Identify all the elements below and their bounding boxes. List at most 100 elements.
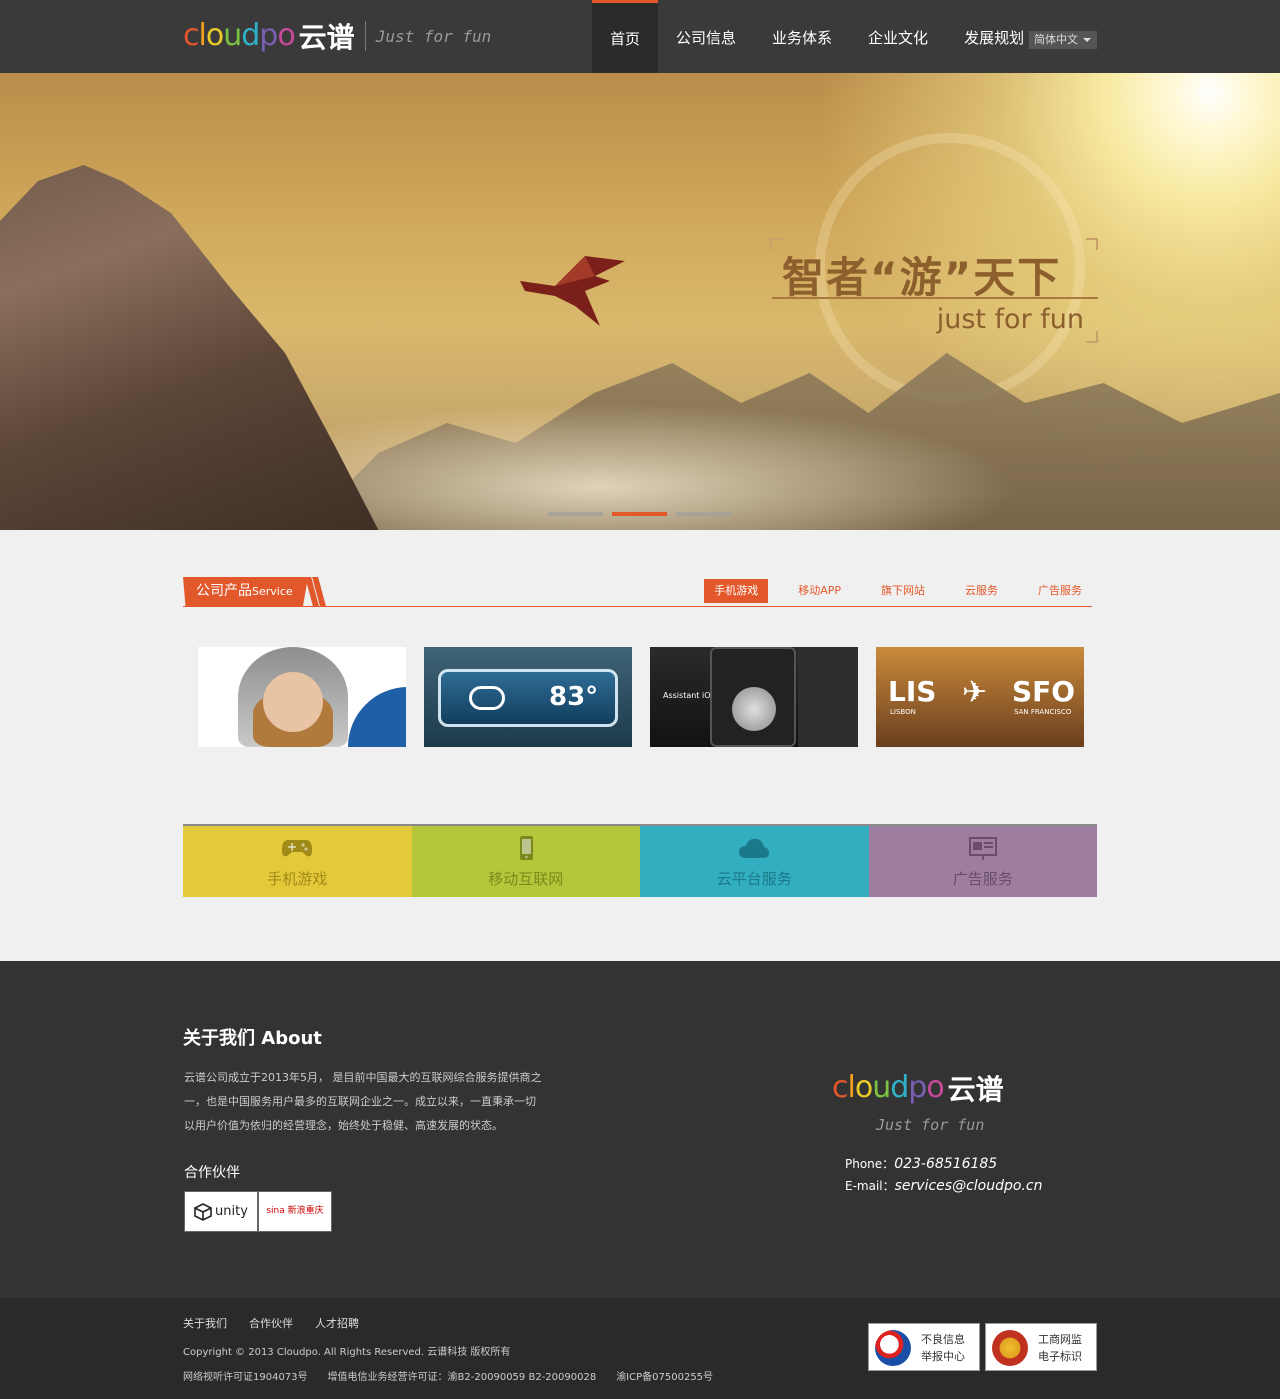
mist	[320, 403, 1020, 530]
blue-swoosh	[348, 687, 406, 747]
logo-wordmark: cloudpo	[832, 1070, 945, 1105]
category-label: 云平台服务	[716, 870, 792, 888]
cloud-icon	[739, 838, 770, 858]
hero-banner: 智者“游”天下 just for fun	[0, 73, 1280, 530]
slider-dot-2[interactable]	[612, 512, 667, 516]
tab-websites[interactable]: 旗下网站	[871, 579, 935, 603]
flight-from-city: LISBON	[890, 708, 916, 716]
tab-ad-service[interactable]: 广告服务	[1028, 579, 1092, 603]
badge-report-center[interactable]: 不良信息 举报中心	[868, 1323, 980, 1371]
email-label: E-mail：	[845, 1179, 895, 1193]
link-careers[interactable]: 人才招聘	[315, 1315, 359, 1331]
slider-dot-3[interactable]	[676, 512, 731, 516]
mobile-phone-icon	[519, 836, 533, 860]
link-partners[interactable]: 合作伙伴	[249, 1315, 293, 1331]
logo-letter: c	[183, 18, 199, 53]
gamepad-icon	[282, 840, 313, 857]
badge-line: 不良信息	[921, 1333, 965, 1346]
bracket-corner	[1086, 238, 1098, 250]
license-av: 网络视听许可证1904073号	[183, 1372, 308, 1383]
logo-letter: o	[854, 1070, 873, 1105]
logo-letter: o	[277, 18, 295, 53]
partner-sina-logo[interactable]: sina 新浪重庆	[258, 1191, 332, 1232]
banner-headline: 智者“游”天下 just for fun	[770, 238, 1098, 343]
product-thumb-weather[interactable]: 83°	[424, 647, 632, 747]
logo-wordmark: cloudpo	[183, 18, 296, 53]
billboard-icon	[968, 837, 997, 860]
category-bar: 手机游戏 移动互联网 云平台服务 广告服务	[183, 824, 1097, 897]
footer-logo: cloudpo 云谱	[832, 1068, 1004, 1108]
email-address[interactable]: services@cloudpo.cn	[895, 1178, 1043, 1194]
badge-text: 工商网监 电子标识	[1038, 1331, 1082, 1365]
site-logo[interactable]: cloudpo 云谱 Just for fun	[183, 16, 491, 56]
partner-unity-logo[interactable]: unity	[184, 1191, 258, 1232]
phone-number: 023-68516185	[894, 1156, 998, 1172]
nav-development[interactable]: 发展规划	[946, 0, 1042, 73]
rain-cloud-icon	[469, 686, 505, 710]
contact-email: E-mail：services@cloudpo.cn	[845, 1177, 1042, 1194]
badge-text: 不良信息 举报中心	[921, 1331, 965, 1365]
banner-title: 智者“游”天下	[782, 253, 1062, 302]
unity-cube-icon	[194, 1202, 212, 1221]
logo-chinese: 云谱	[947, 1073, 1004, 1106]
phone-label: Phone：	[845, 1157, 895, 1171]
logo-chinese: 云谱	[298, 21, 355, 54]
badge-line: 举报中心	[921, 1350, 965, 1363]
contact-phone: Phone：023-68516185	[845, 1155, 997, 1172]
weather-temperature: 83°	[549, 682, 599, 712]
product-thumb-flight[interactable]: LIS LISBON ✈ SFO SAN FRANCISCO	[876, 647, 1084, 747]
nav-home[interactable]: 首页	[592, 0, 659, 73]
nav-company-info[interactable]: 公司信息	[658, 0, 754, 73]
link-about[interactable]: 关于我们	[183, 1315, 227, 1331]
flight-to-city: SAN FRANCISCO	[1014, 708, 1072, 716]
language-select[interactable]: 简体中文	[1029, 31, 1097, 49]
license-icp: 渝ICP备07500255号	[616, 1372, 714, 1383]
slider-dot-1[interactable]	[548, 512, 603, 516]
products-title: 公司产品Service	[183, 577, 308, 606]
logo-letter: u	[223, 18, 242, 53]
nav-culture[interactable]: 企业文化	[850, 0, 946, 73]
badge-business-monitor[interactable]: 工商网监 电子标识	[985, 1323, 1097, 1371]
chevron-down-icon	[1083, 38, 1091, 42]
logo-letter: l	[847, 1070, 856, 1105]
badge-line: 工商网监	[1038, 1333, 1082, 1346]
partner-name: sina 新浪重庆	[266, 1206, 324, 1216]
logo-letter: p	[259, 18, 278, 53]
bracket-corner	[1086, 331, 1098, 343]
tab-mobile-app[interactable]: 移动APP	[788, 579, 851, 603]
logo-divider	[364, 21, 366, 51]
about-text: 云谱公司成立于2013年5月， 是目前中国最大的互联网综合服务提供商之一，也是中…	[184, 1071, 542, 1132]
report-center-icon	[875, 1330, 911, 1366]
footer-slogan: Just for fun	[876, 1116, 985, 1134]
product-thumb-music[interactable]	[198, 647, 406, 747]
logo-letter: o	[205, 18, 224, 53]
category-label: 手机游戏	[267, 870, 328, 888]
logo-letter: c	[832, 1070, 848, 1105]
airplane-icon: ✈	[962, 675, 988, 710]
face-shape	[263, 672, 323, 732]
banner-divider	[772, 297, 1098, 299]
badge-line: 电子标识	[1038, 1350, 1082, 1363]
category-mobile-games[interactable]: 手机游戏	[183, 826, 412, 897]
tab-cloud-service[interactable]: 云服务	[955, 579, 1008, 603]
about-title: 关于我们 About	[183, 1028, 322, 1049]
tab-mobile-games[interactable]: 手机游戏	[704, 579, 769, 603]
flight-to-code: SFO	[1012, 675, 1076, 708]
category-label: 广告服务	[952, 870, 1013, 888]
category-mobile-internet[interactable]: 移动互联网	[411, 826, 640, 897]
logo-letter: p	[908, 1070, 927, 1105]
app-list-panel	[798, 647, 858, 747]
product-thumb-recorder[interactable]: Assistant iOS App	[650, 647, 858, 747]
language-value: 简体中文	[1034, 33, 1078, 46]
license-info: 网络视听许可证1904073号 增值电信业务经营许可证：渝B2-20090059…	[183, 1368, 713, 1383]
logo-letter: o	[926, 1070, 944, 1105]
nav-business[interactable]: 业务体系	[754, 0, 850, 73]
logo-letter: l	[198, 18, 207, 53]
logo-letter: u	[872, 1070, 891, 1105]
slider-indicators	[548, 512, 731, 516]
category-advertising[interactable]: 广告服务	[868, 826, 1097, 897]
category-cloud-platform[interactable]: 云平台服务	[640, 826, 869, 897]
category-label: 移动互联网	[488, 870, 564, 888]
dragon-image	[520, 256, 625, 326]
site-footer: 关于我们 About 云谱公司成立于2013年5月， 是目前中国最大的互联网综合…	[0, 961, 1280, 1298]
